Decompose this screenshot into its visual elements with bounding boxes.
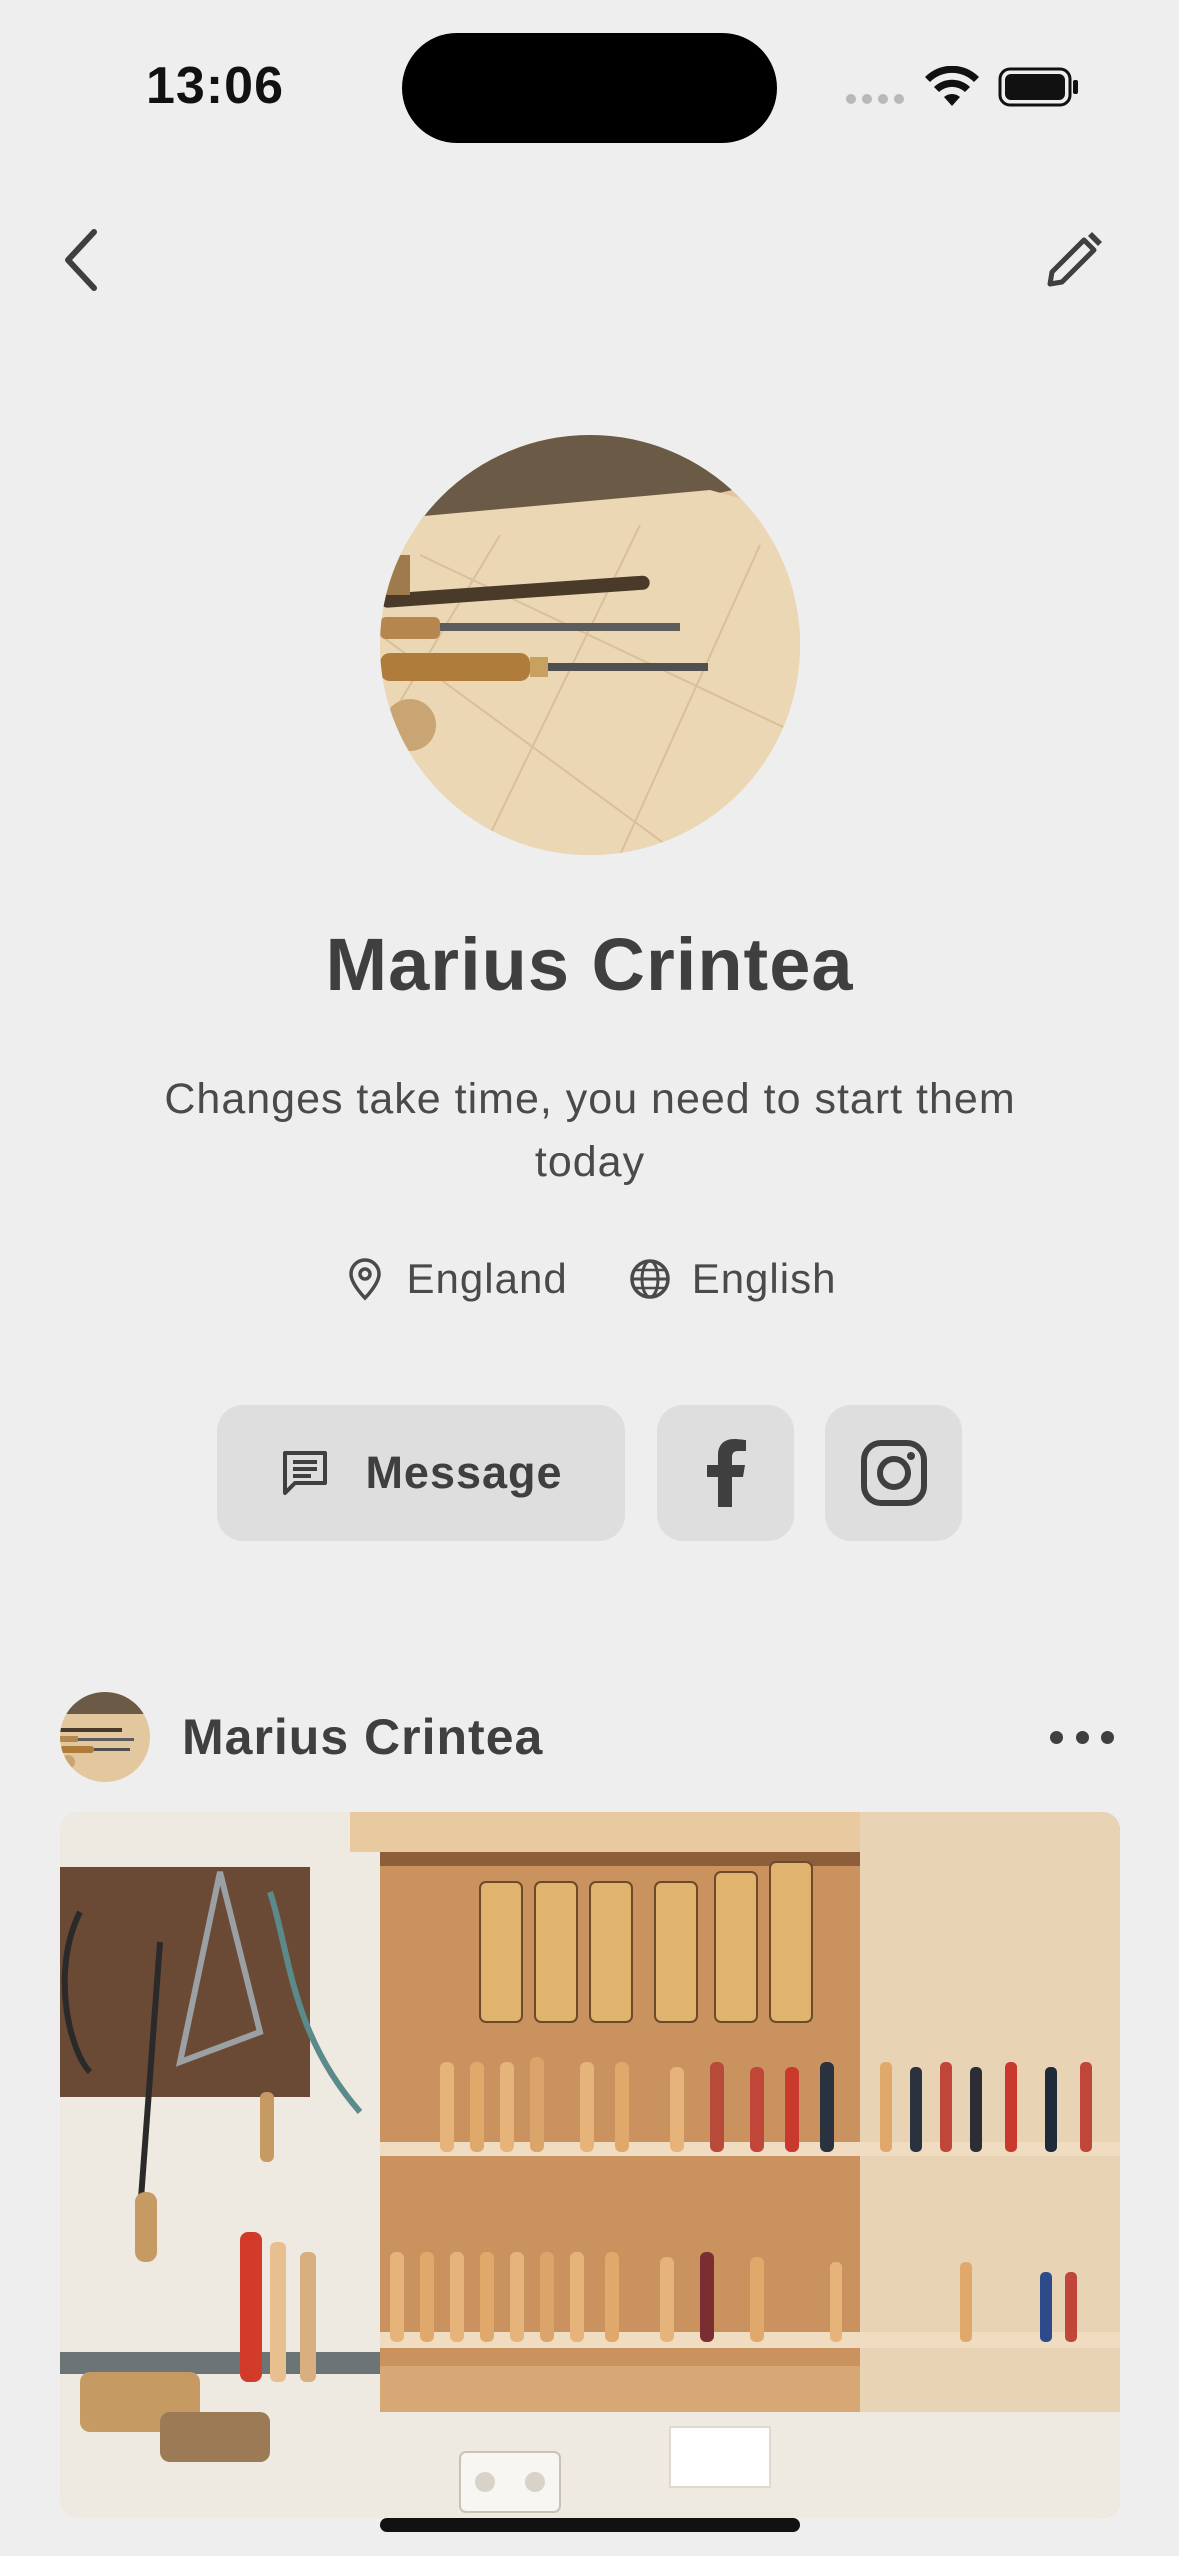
language-item: English <box>628 1255 837 1303</box>
instagram-button[interactable] <box>825 1405 962 1541</box>
edit-button[interactable] <box>1042 228 1106 292</box>
language-label: English <box>691 1255 837 1302</box>
battery-icon <box>998 67 1078 107</box>
map-pin-icon <box>348 1258 381 1301</box>
profile-name: Marius Crintea <box>325 923 854 1006</box>
home-indicator <box>380 2518 800 2532</box>
instagram-icon <box>860 1440 927 1506</box>
cellular-signal-icon <box>846 94 906 108</box>
message-icon <box>283 1451 328 1495</box>
profile-bio: Changes take time, you need to start the… <box>164 1075 1016 1186</box>
location-item: England <box>343 1255 568 1303</box>
back-button[interactable] <box>52 224 116 296</box>
globe-icon <box>629 1259 670 1299</box>
profile-meta: England English <box>0 1255 1179 1303</box>
post-author-avatar <box>60 1692 150 1782</box>
message-button-label: Message <box>365 1447 563 1498</box>
post-author-name: Marius Crintea <box>182 1709 544 1765</box>
facebook-button[interactable] <box>657 1405 794 1541</box>
pencil-icon <box>1047 232 1102 287</box>
profile-screen: 13:06 Marius Crintea Changes take time, … <box>0 0 1179 2556</box>
location-label: England <box>406 1255 568 1302</box>
more-horizontal-icon <box>1050 1730 1063 1744</box>
dynamic-island <box>402 33 777 143</box>
facebook-icon <box>706 1439 746 1507</box>
message-button[interactable]: Message <box>217 1405 625 1541</box>
post-image[interactable] <box>60 1812 1120 2518</box>
status-time: 13:06 <box>146 57 284 115</box>
post-more-button[interactable] <box>1050 1720 1114 1754</box>
wifi-icon <box>925 66 979 106</box>
profile-avatar <box>380 435 800 855</box>
